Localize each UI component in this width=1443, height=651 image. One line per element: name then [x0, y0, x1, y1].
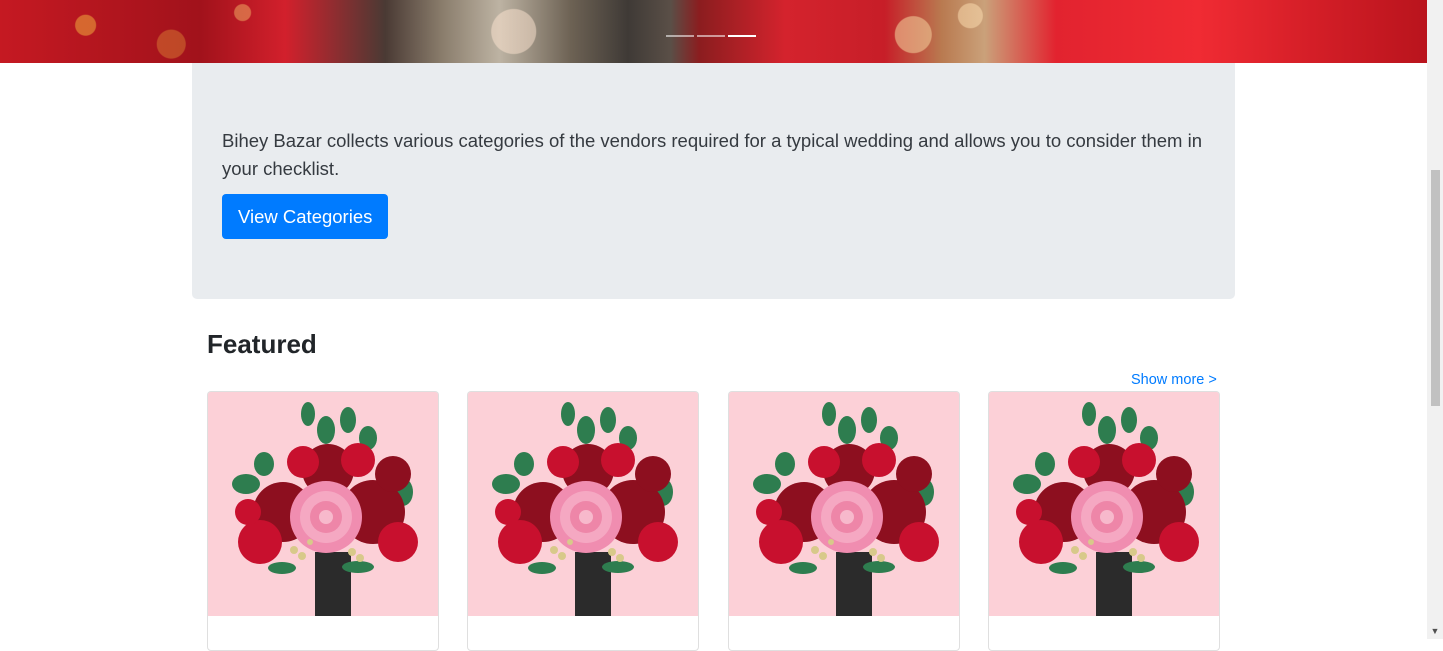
- show-more-link[interactable]: Show more >: [1131, 372, 1217, 388]
- view-categories-button[interactable]: View Categories: [222, 194, 389, 239]
- featured-card[interactable]: [728, 391, 960, 651]
- intro-jumbotron: Bihey Bazar collects various categories …: [192, 63, 1235, 299]
- hero-image: [0, 0, 1427, 63]
- carousel-indicator-3[interactable]: [728, 35, 756, 37]
- bouquet-image: [468, 392, 698, 616]
- intro-lead-text: Bihey Bazar collects various categories …: [222, 130, 1202, 179]
- scroll-down-arrow-icon[interactable]: ▼: [1429, 625, 1441, 637]
- featured-heading: Featured: [207, 329, 317, 359]
- bouquet-image: [208, 392, 438, 616]
- carousel-indicators: [666, 35, 756, 37]
- bouquet-image: [729, 392, 959, 616]
- carousel-indicator-2[interactable]: [697, 35, 725, 37]
- featured-card[interactable]: [207, 391, 439, 651]
- featured-card[interactable]: [988, 391, 1220, 651]
- featured-card[interactable]: [467, 391, 699, 651]
- bouquet-image: [989, 392, 1219, 616]
- scrollbar-thumb[interactable]: [1431, 170, 1440, 406]
- carousel-indicator-1[interactable]: [666, 35, 694, 37]
- hero-carousel[interactable]: [0, 0, 1427, 63]
- page-scrollbar[interactable]: ▼: [1427, 0, 1443, 639]
